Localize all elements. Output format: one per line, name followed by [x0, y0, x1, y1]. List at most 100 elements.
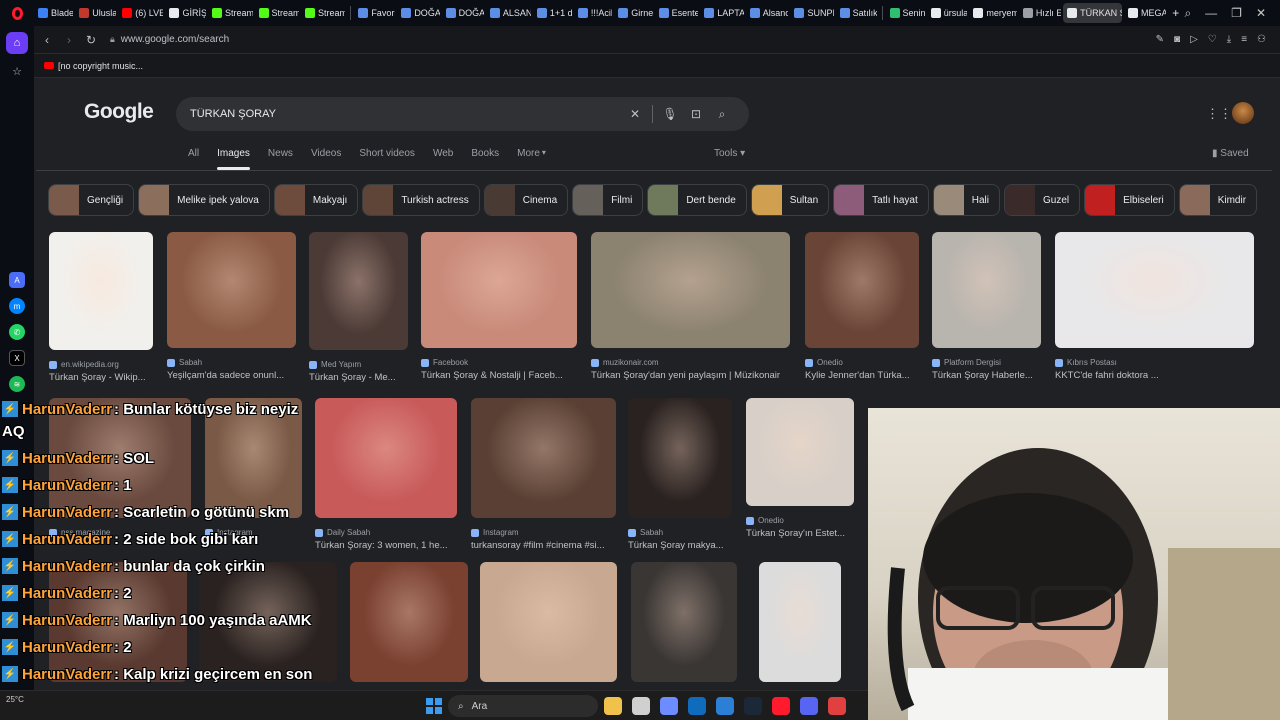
clear-icon[interactable]: ✕ — [622, 107, 648, 121]
tab-short-videos[interactable]: Short videos — [359, 148, 415, 159]
profile-icon[interactable]: ⚇ — [1257, 34, 1266, 45]
bookmark-star-icon[interactable]: ☆ — [6, 60, 28, 82]
close-window-icon[interactable]: ✕ — [1256, 6, 1266, 20]
forward-button[interactable]: › — [58, 33, 80, 47]
related-chip[interactable]: Melike ipek yalova — [138, 184, 270, 216]
tools-button[interactable]: Tools ▾ — [714, 148, 745, 159]
browser-tab[interactable]: 1+1 d — [533, 3, 572, 23]
tab-search-icon[interactable]: ⌕ — [1184, 6, 1191, 21]
google-logo[interactable]: Google — [84, 100, 154, 124]
saved-button[interactable]: ▮ Saved — [1212, 148, 1249, 159]
related-chip[interactable]: Elbiseleri — [1084, 184, 1175, 216]
microphone-icon[interactable]: 🎙︎ — [657, 107, 683, 121]
tab-news[interactable]: News — [268, 148, 293, 159]
result-title[interactable]: KKTC'de fahri doktora ... — [1055, 370, 1159, 381]
browser-tab[interactable]: Blade — [34, 3, 73, 23]
menu-icon[interactable]: ≡ — [1241, 34, 1247, 45]
browser-tab[interactable]: Hızlı E — [1019, 3, 1061, 23]
image-result-thumbnail[interactable] — [49, 232, 153, 350]
browser-tab[interactable]: LAPTA — [700, 3, 744, 23]
lens-icon[interactable]: ⊡ — [683, 107, 709, 121]
result-source[interactable]: Kıbrıs Postası — [1055, 358, 1117, 367]
image-result-thumbnail[interactable] — [471, 398, 616, 518]
aria-icon[interactable]: A — [9, 272, 25, 288]
browser-tab[interactable]: meryem — [969, 3, 1017, 23]
related-chip[interactable]: Filmi — [572, 184, 644, 216]
file-explorer-icon[interactable] — [604, 697, 622, 715]
opera-icon[interactable] — [772, 697, 790, 715]
weather-widget[interactable]: 25°C — [6, 695, 24, 704]
files-icon[interactable] — [632, 697, 650, 715]
image-result-thumbnail[interactable] — [628, 398, 732, 518]
url-field[interactable]: 🔒︎ www.google.com/search — [110, 34, 1156, 45]
result-source[interactable]: Platform Dergisi — [932, 358, 1001, 367]
related-chip[interactable]: Turkish actress — [362, 184, 480, 216]
result-title[interactable]: Türkan Şoray Haberle... — [932, 370, 1033, 381]
browser-tab[interactable]: (6) LVE — [118, 3, 163, 23]
copilot-icon[interactable] — [660, 697, 678, 715]
download-icon[interactable]: ⤓ — [1227, 34, 1231, 45]
browser-tab[interactable]: Ulusla — [75, 3, 116, 23]
steam-icon[interactable] — [744, 697, 762, 715]
result-title[interactable]: Türkan Şoray makya... — [628, 540, 724, 551]
app-icon[interactable] — [828, 697, 846, 715]
taskbar-search[interactable]: ⌕ Ara — [448, 695, 598, 717]
result-title[interactable]: Kylie Jenner'dan Türka... — [805, 370, 910, 381]
image-result-thumbnail[interactable] — [759, 562, 841, 682]
opera-logo-icon[interactable] — [0, 0, 34, 26]
outlook-icon[interactable] — [688, 697, 706, 715]
discord-icon[interactable] — [800, 697, 818, 715]
camera-icon[interactable]: ◙ — [1174, 34, 1180, 45]
image-result-thumbnail[interactable] — [591, 232, 790, 348]
search-input[interactable] — [190, 108, 622, 120]
browser-tab[interactable]: Stream — [255, 3, 299, 23]
tab-all[interactable]: All — [188, 148, 199, 159]
browser-tab[interactable]: Satılık — [836, 3, 877, 23]
store-icon[interactable] — [716, 697, 734, 715]
related-chip[interactable]: Gençliği — [48, 184, 135, 216]
browser-tab[interactable]: Girne — [614, 3, 653, 23]
image-result-thumbnail[interactable] — [932, 232, 1041, 348]
related-chip[interactable]: Dert bende — [647, 184, 747, 216]
browser-tab[interactable]: Senin — [886, 3, 925, 23]
browser-tab[interactable]: GİRİŞ — [165, 3, 206, 23]
result-title[interactable]: Türkan Şoray - Me... — [309, 372, 396, 383]
x-twitter-icon[interactable]: X — [9, 350, 25, 366]
start-menu-icon[interactable] — [426, 698, 442, 714]
whatsapp-icon[interactable]: ✆ — [9, 324, 25, 340]
result-source[interactable]: Onedio — [746, 516, 784, 525]
related-chip[interactable]: Cinema — [483, 184, 569, 216]
edit-icon[interactable]: ✎ — [1156, 34, 1164, 45]
image-result-thumbnail[interactable] — [805, 232, 919, 348]
avatar[interactable] — [1232, 102, 1254, 124]
new-tab-button[interactable]: + — [1168, 3, 1182, 23]
related-chip[interactable]: Sultan — [750, 184, 830, 216]
browser-tab[interactable]: !!!Acil — [574, 3, 612, 23]
home-icon[interactable]: ⌂ — [6, 32, 28, 54]
image-result-thumbnail[interactable] — [746, 398, 854, 506]
browser-tab[interactable]: DOĞA — [442, 3, 484, 23]
image-result-thumbnail[interactable] — [1055, 232, 1254, 348]
messenger-icon[interactable]: m — [9, 298, 25, 314]
related-chip[interactable]: Guzel — [1003, 184, 1081, 216]
result-source[interactable]: Instagram — [471, 528, 519, 537]
browser-tab[interactable]: Alsanc — [746, 3, 788, 23]
result-source[interactable]: Med Yapım — [309, 360, 361, 369]
result-title[interactable]: Türkan Şoray & Nostalji | Faceb... — [421, 370, 563, 381]
browser-tab[interactable]: DOĞA — [397, 3, 440, 23]
maximize-icon[interactable]: ❐ — [1231, 6, 1242, 20]
result-source[interactable]: Sabah — [167, 358, 202, 367]
play-icon[interactable]: ▷ — [1190, 34, 1198, 45]
image-result-thumbnail[interactable] — [421, 232, 577, 348]
image-result-thumbnail[interactable] — [167, 232, 296, 348]
tab-videos[interactable]: Videos — [311, 148, 341, 159]
image-result-thumbnail[interactable] — [309, 232, 408, 350]
back-button[interactable]: ‹ — [36, 33, 58, 47]
image-result-thumbnail[interactable] — [480, 562, 617, 682]
browser-tab[interactable]: TÜRKAN Ş — [1063, 3, 1122, 23]
related-chip[interactable]: Tatlı hayat — [833, 184, 929, 216]
minimize-icon[interactable]: — — [1205, 6, 1217, 20]
browser-tab[interactable]: Stream — [301, 3, 345, 23]
related-chip[interactable]: Kimdir — [1178, 184, 1258, 216]
tab-books[interactable]: Books — [471, 148, 499, 159]
